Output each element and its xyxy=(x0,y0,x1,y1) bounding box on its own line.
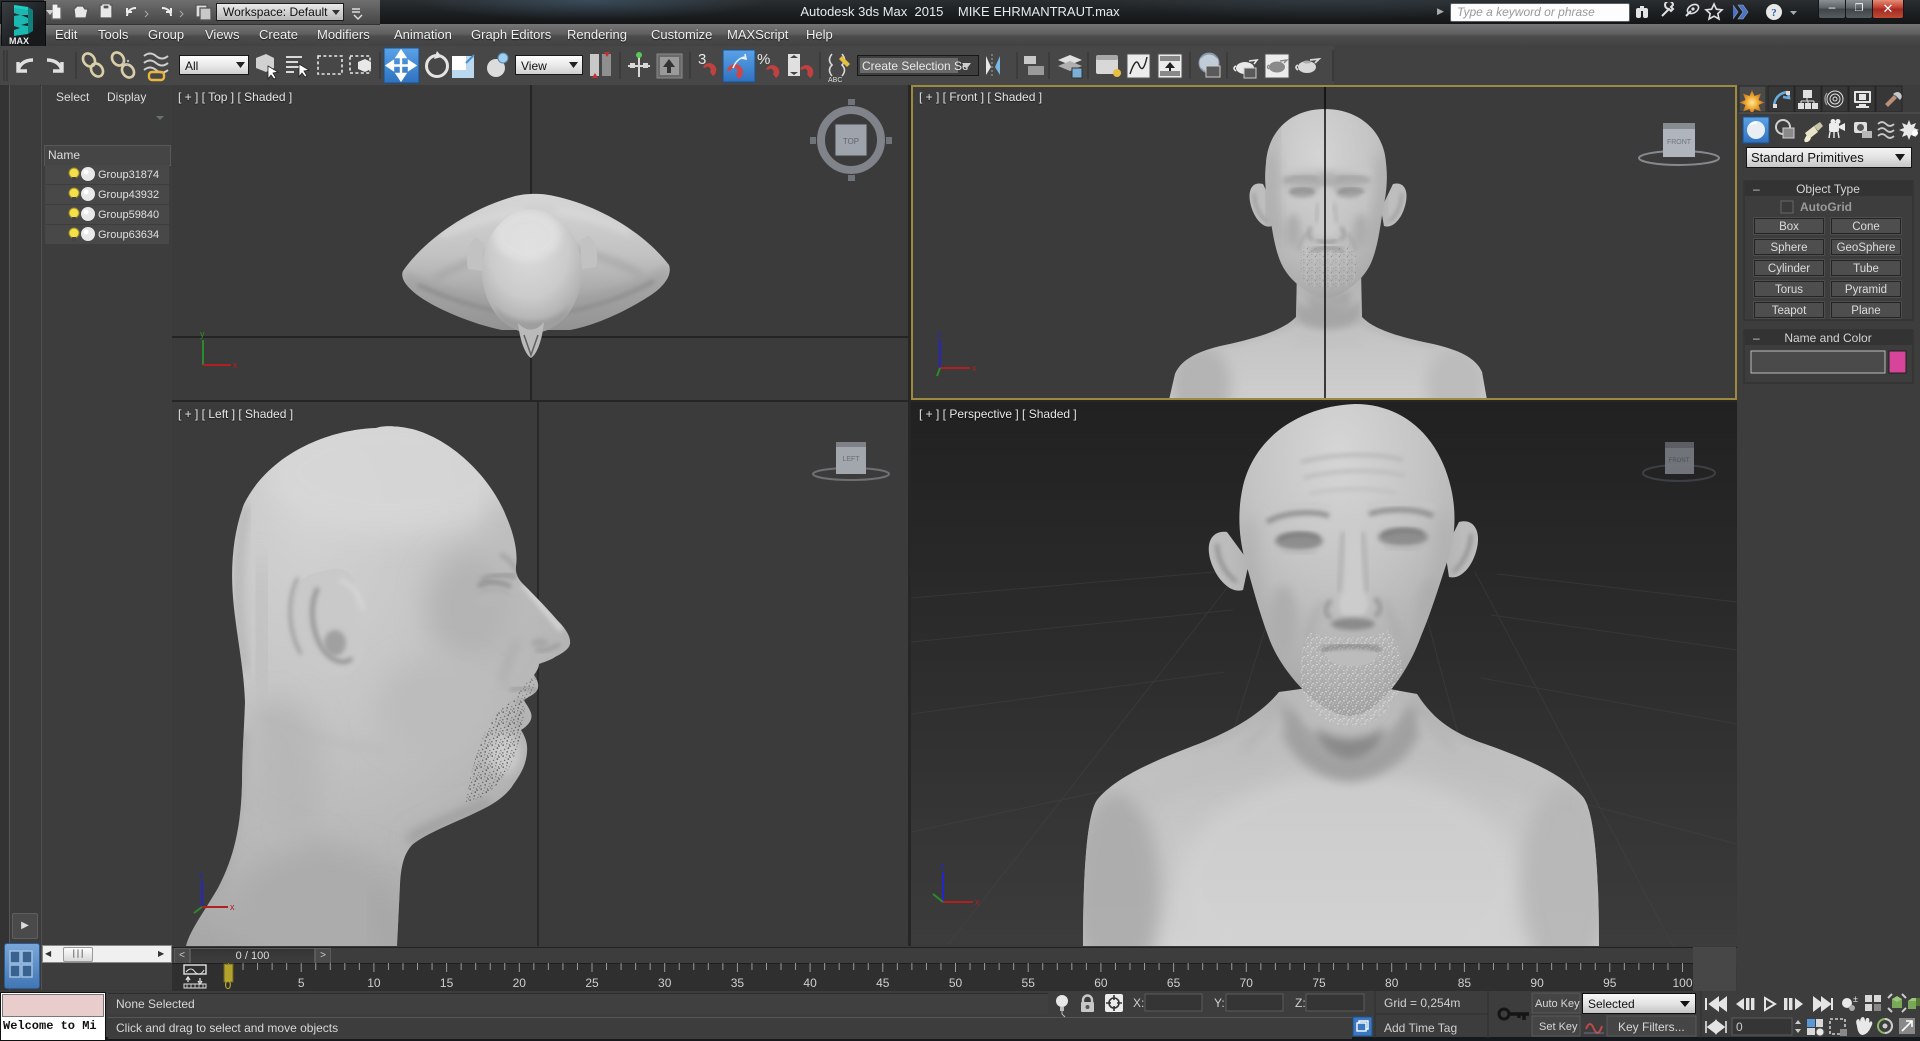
svg-text:Cylinder: Cylinder xyxy=(1768,263,1810,275)
svg-text:AutoGrid: AutoGrid xyxy=(1800,200,1852,214)
svg-text:z: z xyxy=(940,861,945,871)
svg-text:20: 20 xyxy=(513,976,527,990)
svg-text:TOP: TOP xyxy=(843,137,859,146)
svg-text:Group43932: Group43932 xyxy=(98,189,159,201)
svg-text:Set Key: Set Key xyxy=(1539,1021,1578,1033)
svg-text:View: View xyxy=(521,59,547,73)
svg-text:Group31874: Group31874 xyxy=(98,169,159,181)
svg-text:Create Selection Se: Create Selection Se xyxy=(862,59,969,73)
svg-text:40: 40 xyxy=(803,976,817,990)
svg-text:Grid = 0,254m: Grid = 0,254m xyxy=(1384,996,1460,1010)
svg-text:±: ± xyxy=(1853,994,1858,1004)
svg-text:Key Filters...: Key Filters... xyxy=(1618,1020,1685,1034)
svg-text:Torus: Torus xyxy=(1775,284,1803,296)
svg-text:Auto Key: Auto Key xyxy=(1535,998,1580,1010)
svg-text:100: 100 xyxy=(1672,976,1692,990)
svg-text:Standard Primitives: Standard Primitives xyxy=(1751,150,1864,165)
svg-text:Cone: Cone xyxy=(1852,221,1880,233)
svg-text:Z:: Z: xyxy=(1295,996,1306,1010)
svg-text:35: 35 xyxy=(731,976,745,990)
svg-text:Box: Box xyxy=(1779,221,1799,233)
svg-text:30: 30 xyxy=(658,976,672,990)
svg-text:FRONT: FRONT xyxy=(1669,458,1690,464)
svg-text:70: 70 xyxy=(1240,976,1254,990)
svg-text:15: 15 xyxy=(440,976,454,990)
svg-text:–: – xyxy=(1753,331,1760,345)
svg-text:Object Type: Object Type xyxy=(1796,182,1860,196)
svg-text:z: z xyxy=(199,870,204,880)
svg-text:–: – xyxy=(1753,182,1760,196)
svg-text:45: 45 xyxy=(876,976,890,990)
svg-text:%: % xyxy=(757,51,770,68)
svg-text:90: 90 xyxy=(1530,976,1544,990)
svg-text:Tube: Tube xyxy=(1853,263,1879,275)
svg-text:85: 85 xyxy=(1458,976,1472,990)
svg-text:y: y xyxy=(200,329,205,339)
svg-text:Group63634: Group63634 xyxy=(98,229,159,241)
svg-text:Sphere: Sphere xyxy=(1770,242,1807,254)
svg-text:x: x xyxy=(972,363,977,373)
svg-text:Teapot: Teapot xyxy=(1772,305,1807,317)
svg-text:Pyramid: Pyramid xyxy=(1845,284,1887,296)
svg-text:z: z xyxy=(937,329,942,339)
svg-text:LEFT: LEFT xyxy=(842,456,860,463)
svg-text:Name and Color: Name and Color xyxy=(1784,331,1871,345)
svg-text:65: 65 xyxy=(1167,976,1181,990)
svg-text:0: 0 xyxy=(225,978,232,991)
svg-text:0: 0 xyxy=(1736,1020,1743,1034)
svg-text:95: 95 xyxy=(1603,976,1617,990)
svg-text:ABC: ABC xyxy=(828,77,842,84)
svg-text:55: 55 xyxy=(1022,976,1036,990)
svg-text:X:: X: xyxy=(1133,996,1144,1010)
svg-text:GeoSphere: GeoSphere xyxy=(1837,242,1896,254)
svg-text:?: ? xyxy=(1771,7,1777,19)
svg-text:Plane: Plane xyxy=(1851,305,1880,317)
svg-text:25: 25 xyxy=(585,976,599,990)
svg-text:x: x xyxy=(233,360,238,370)
svg-text:MAX: MAX xyxy=(9,36,29,45)
svg-text:80: 80 xyxy=(1385,976,1399,990)
svg-text:Group59840: Group59840 xyxy=(98,209,159,221)
svg-text:50: 50 xyxy=(949,976,963,990)
svg-text:All: All xyxy=(185,59,198,73)
svg-text:x: x xyxy=(230,902,235,912)
svg-text:Workspace: Default: Workspace: Default xyxy=(223,5,328,19)
svg-text:FRONT: FRONT xyxy=(1667,139,1692,146)
svg-text:5: 5 xyxy=(298,976,305,990)
svg-text:10: 10 xyxy=(367,976,381,990)
svg-text:60: 60 xyxy=(1094,976,1108,990)
svg-text:Add Time Tag: Add Time Tag xyxy=(1384,1021,1457,1035)
svg-text:x: x xyxy=(975,897,980,907)
svg-text:75: 75 xyxy=(1312,976,1326,990)
svg-text:Selected: Selected xyxy=(1588,997,1635,1011)
svg-text:Y:: Y: xyxy=(1214,996,1225,1010)
